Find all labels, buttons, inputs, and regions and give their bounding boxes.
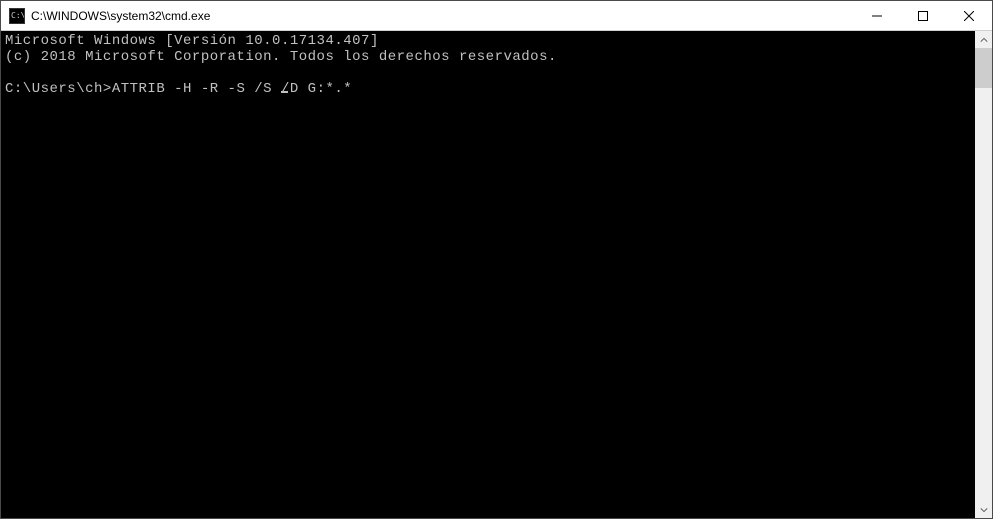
terminal-command: /: [281, 81, 290, 97]
minimize-button[interactable]: [854, 1, 900, 30]
scroll-down-button[interactable]: [975, 501, 992, 518]
maximize-button[interactable]: [900, 1, 946, 30]
app-icon: C:\: [9, 8, 25, 24]
terminal-area[interactable]: Microsoft Windows [Versión 10.0.17134.40…: [1, 31, 975, 518]
terminal-line: Microsoft Windows [Versión 10.0.17134.40…: [5, 33, 379, 49]
terminal-command: ATTRIB -H -R -S /S: [112, 81, 281, 97]
chevron-down-icon: [980, 506, 988, 514]
scroll-up-button[interactable]: [975, 31, 992, 48]
scrollbar-thumb[interactable]: [975, 48, 992, 88]
minimize-icon: [872, 11, 882, 21]
titlebar[interactable]: C:\ C:\WINDOWS\system32\cmd.exe: [1, 1, 992, 31]
chevron-up-icon: [980, 36, 988, 44]
window-controls: [854, 1, 992, 30]
cmd-window: C:\ C:\WINDOWS\system32\cmd.exe Microsof…: [0, 0, 993, 519]
terminal-line: (c) 2018 Microsoft Corporation. Todos lo…: [5, 49, 557, 65]
maximize-icon: [918, 11, 928, 21]
scrollbar-track[interactable]: [975, 48, 992, 501]
text-cursor: [281, 91, 288, 93]
content-row: Microsoft Windows [Versión 10.0.17134.40…: [1, 31, 992, 518]
window-title: C:\WINDOWS\system32\cmd.exe: [31, 9, 854, 23]
close-icon: [964, 11, 974, 21]
close-button[interactable]: [946, 1, 992, 30]
vertical-scrollbar[interactable]: [975, 31, 992, 518]
terminal-command: D G:*.*: [290, 81, 352, 97]
terminal-prompt: C:\Users\ch>: [5, 81, 112, 97]
